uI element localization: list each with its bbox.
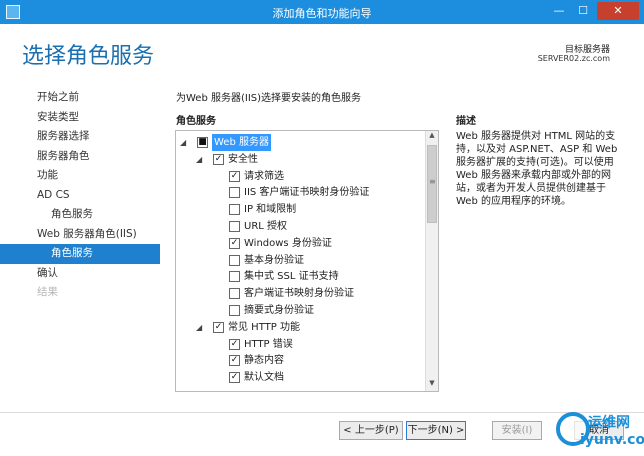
tree-item-label: IIS 客户端证书映射身份验证 bbox=[244, 187, 370, 199]
sidebar-step-item[interactable]: AD CS bbox=[0, 186, 160, 206]
scroll-grip-icon: ≡ bbox=[429, 177, 436, 186]
title-bar: 添加角色和功能向导 — ☐ ✕ bbox=[0, 0, 644, 24]
sidebar-step-item[interactable]: 安装类型 bbox=[0, 108, 160, 128]
tree-item-label: 常见 HTTP 功能 bbox=[228, 321, 300, 333]
role-services-header: 角色服务 bbox=[176, 116, 216, 127]
minimize-button[interactable]: — bbox=[548, 2, 570, 20]
tree-checkbox[interactable]: ✓ bbox=[229, 372, 240, 384]
install-button[interactable]: 安装(I) bbox=[492, 421, 542, 440]
sidebar-step-item[interactable]: 服务器角色 bbox=[0, 147, 160, 167]
tree-checkbox[interactable]: ■ bbox=[197, 137, 208, 148]
sidebar-step-item[interactable]: 角色服务 bbox=[0, 205, 160, 225]
tree-item-label: 请求筛选 bbox=[244, 170, 284, 182]
target-server-value: SERVER02.zc.com bbox=[537, 54, 610, 63]
watermark-text-1: 运维网 bbox=[588, 415, 630, 431]
tree-row[interactable]: ✓ HTTP 错误 bbox=[176, 336, 426, 353]
sidebar-step-item[interactable]: 开始之前 bbox=[0, 88, 160, 108]
tree-row[interactable]: IP 和域限制 bbox=[176, 201, 426, 218]
watermark-logo: 运维网 iyunv.com bbox=[556, 410, 644, 454]
tree-item-label: 静态内容 bbox=[244, 355, 284, 367]
tree-item-label: IP 和域限制 bbox=[244, 204, 297, 216]
tree-item-label: 安全性 bbox=[228, 153, 258, 165]
sidebar-step-item[interactable]: 确认 bbox=[0, 264, 160, 284]
tree-checkbox[interactable]: ✓ bbox=[229, 170, 240, 182]
tree-row[interactable]: 摘要式身份验证 bbox=[176, 302, 426, 319]
tree-checkbox[interactable]: ✓ bbox=[213, 321, 224, 333]
tree-expander-icon[interactable]: ◢ bbox=[196, 151, 205, 168]
next-button[interactable]: 下一步(N) > bbox=[406, 421, 466, 440]
wizard-steps-sidebar: 开始之前 安装类型 服务器选择 服务器角色 功能 AD CS 角色服务 Web 服务器角色(I… bbox=[0, 88, 160, 303]
instruction-text: 为Web 服务器(IIS)选择要安装的角色服务 bbox=[176, 93, 362, 104]
tree-row[interactable]: URL 授权 bbox=[176, 218, 426, 235]
sidebar-step-item: 结果 bbox=[37, 286, 58, 298]
watermark-text-2: iyunv.com bbox=[580, 432, 644, 448]
previous-button[interactable]: < 上一步(P) bbox=[339, 421, 403, 440]
tree-checkbox[interactable] bbox=[229, 254, 240, 266]
tree-item-label: 集中式 SSL 证书支持 bbox=[244, 271, 339, 283]
scroll-down-button[interactable]: ▼ bbox=[426, 379, 438, 391]
tree-checkbox[interactable] bbox=[229, 305, 240, 316]
footer-divider bbox=[0, 412, 644, 413]
tree-checkbox[interactable] bbox=[229, 221, 240, 232]
tree-item-label: URL 授权 bbox=[244, 221, 288, 232]
tree-item-label: 摘要式身份验证 bbox=[244, 305, 314, 316]
tree-item-label: Web 服务器 bbox=[212, 134, 271, 151]
sidebar-step-item[interactable]: 服务器选择 bbox=[0, 127, 160, 147]
tree-checkbox[interactable] bbox=[229, 288, 240, 300]
tree-row[interactable]: IIS 客户端证书映射身份验证 bbox=[176, 184, 426, 201]
tree-row[interactable]: ✓ 请求筛选 bbox=[176, 168, 426, 185]
tree-checkbox[interactable] bbox=[229, 271, 240, 283]
tree-scrollbar[interactable]: ▲ ≡ ▼ bbox=[425, 131, 438, 391]
tree-row[interactable]: ◢ ■ Web 服务器 bbox=[176, 134, 426, 151]
tree-checkbox[interactable] bbox=[229, 204, 240, 216]
close-button[interactable]: ✕ bbox=[597, 2, 639, 20]
tree-item-label: HTTP 错误 bbox=[244, 338, 293, 350]
tree-expander-icon[interactable]: ◢ bbox=[180, 134, 189, 151]
tree-expander-icon[interactable]: ◢ bbox=[196, 319, 205, 336]
role-services-tree[interactable]: ◢ ■ Web 服务器 ◢ ✓ 安全性 ✓ 请求筛选 IIS 客户端证书映射身份验证 IP 和域限… bbox=[175, 130, 439, 392]
page-title: 选择角色服务 bbox=[22, 43, 155, 68]
tree-checkbox[interactable]: ✓ bbox=[229, 338, 240, 350]
sidebar-step-item[interactable]: 功能 bbox=[0, 166, 160, 186]
tree-checkbox[interactable]: ✓ bbox=[213, 153, 224, 165]
tree-row[interactable]: 客户端证书映射身份验证 bbox=[176, 285, 426, 302]
tree-row[interactable]: ◢ ✓ 安全性 bbox=[176, 151, 426, 168]
description-header: 描述 bbox=[456, 116, 476, 127]
tree-item-label: 基本身份验证 bbox=[244, 254, 304, 266]
tree-item-label: Windows 身份验证 bbox=[244, 237, 332, 249]
tree-row[interactable]: ✓ 默认文档 bbox=[176, 369, 426, 386]
tree-row[interactable]: 基本身份验证 bbox=[176, 252, 426, 269]
tree-row[interactable]: 集中式 SSL 证书支持 bbox=[176, 268, 426, 285]
sidebar-step-item[interactable]: Web 服务器角色(IIS) bbox=[0, 225, 160, 245]
tree-item-label: 客户端证书映射身份验证 bbox=[244, 288, 354, 300]
tree-checkbox[interactable]: ✓ bbox=[229, 237, 240, 249]
tree-item-label: 默认文档 bbox=[244, 372, 284, 384]
tree-checkbox[interactable]: ✓ bbox=[229, 355, 240, 367]
scroll-up-button[interactable]: ▲ bbox=[426, 131, 438, 143]
description-text: Web 服务器提供对 HTML 网站的支持，以及对 ASP.NET、ASP 和 … bbox=[456, 131, 618, 207]
maximize-button[interactable]: ☐ bbox=[572, 2, 594, 20]
tree-row[interactable]: ✓ Windows 身份验证 bbox=[176, 235, 426, 252]
tree-checkbox[interactable] bbox=[229, 187, 240, 199]
sidebar-step-item[interactable]: 角色服务 bbox=[0, 244, 160, 264]
tree-row[interactable]: ◢ ✓ 常见 HTTP 功能 bbox=[176, 319, 426, 336]
scroll-thumb[interactable]: ≡ bbox=[427, 145, 437, 223]
tree-row[interactable]: ✓ 静态内容 bbox=[176, 352, 426, 369]
